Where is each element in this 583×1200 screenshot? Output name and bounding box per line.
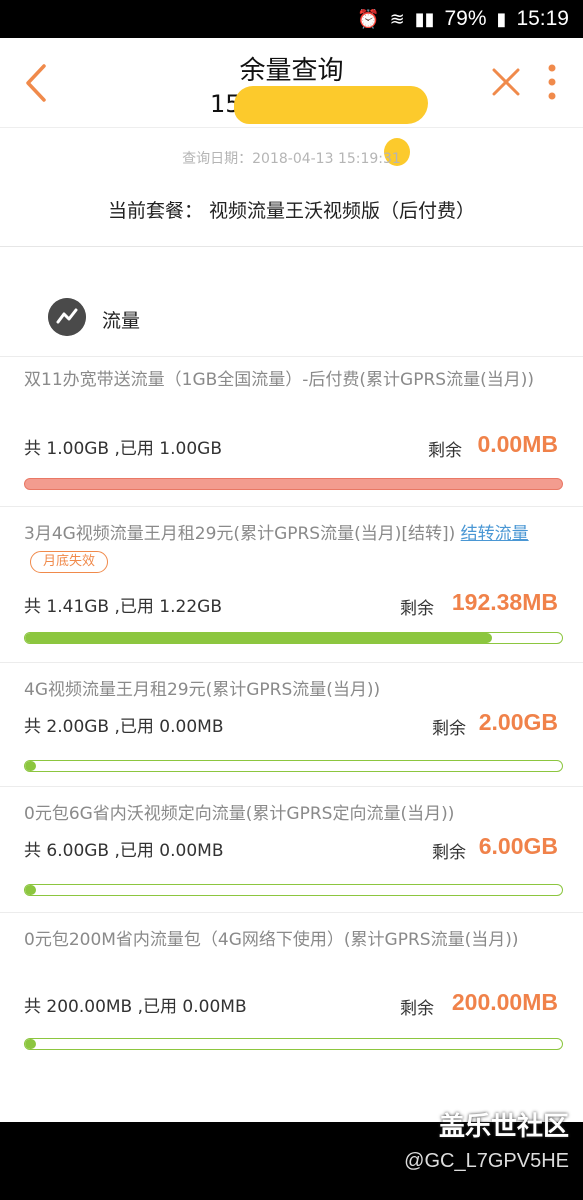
- remain-value: 200.00MB: [451, 989, 558, 1015]
- usage-bar-fill: [25, 633, 493, 643]
- usage-row: 共 2.00GB ,已用 0.00MB 剩余 2.00GB: [24, 709, 564, 742]
- redaction-mark: [234, 86, 428, 124]
- watermark-user: @GC_L7GPV5HE: [404, 1150, 569, 1172]
- package-name: 双11办宽带送流量（1GB全国流量）-后付费(累计GPRS流量(当月)): [24, 370, 534, 390]
- divider: [0, 786, 583, 787]
- usage-row: 共 1.41GB ,已用 1.22GB 剩余 192.38MB: [24, 589, 564, 622]
- usage-bar: [24, 632, 563, 644]
- usage-bar: [24, 884, 563, 896]
- signal-icon: ▮▮: [414, 8, 435, 30]
- list-item: 4G视频流量王月租29元(累计GPRS流量(当月)) 共 2.00GB ,已用 …: [24, 676, 564, 776]
- usage-text: 共 6.00GB ,已用 0.00MB: [24, 841, 224, 861]
- current-plan: 当前套餐： 视频流量王沃视频版（后付费）: [107, 200, 476, 222]
- divider: [0, 356, 583, 357]
- usage-row: 共 1.00GB ,已用 1.00GB 剩余 0.00MB: [24, 431, 564, 464]
- usage-text: 共 1.41GB ,已用 1.22GB: [24, 597, 222, 617]
- usage-text: 共 200.00MB ,已用 0.00MB: [24, 997, 247, 1017]
- usage-bar: [24, 478, 563, 490]
- clock: 15:19: [516, 7, 569, 30]
- usage-row: 共 6.00GB ,已用 0.00MB 剩余 6.00GB: [24, 833, 564, 866]
- divider: [0, 662, 583, 663]
- flow-icon: [48, 298, 86, 336]
- usage-text: 共 1.00GB ,已用 1.00GB: [24, 439, 222, 459]
- divider: [0, 912, 583, 913]
- list-item: 3月4G视频流量王月租29元(累计GPRS流量(当月)[结转]) 结转流量月底失…: [24, 520, 564, 650]
- remain-label: 剩余: [400, 599, 434, 619]
- usage-bar: [24, 1038, 563, 1050]
- remain-label: 剩余: [428, 441, 462, 461]
- usage-bar-fill: [25, 885, 36, 895]
- remain-label: 剩余: [432, 843, 466, 863]
- more-options-icon[interactable]: [540, 58, 564, 106]
- divider: [0, 246, 583, 247]
- remain-value: 6.00GB: [478, 833, 558, 859]
- section-title: 流量: [102, 310, 141, 332]
- battery-level: 79%: [444, 7, 487, 30]
- usage-row: 共 200.00MB ,已用 0.00MB 剩余 200.00MB: [24, 989, 564, 1022]
- usage-bar-fill: [25, 1039, 36, 1049]
- alarm-icon: ⏰: [357, 8, 380, 30]
- list-item: 0元包6G省内沃视频定向流量(累计GPRS定向流量(当月)) 共 6.00GB …: [24, 800, 564, 900]
- remain-value: 0.00MB: [477, 431, 558, 457]
- remain-label: 剩余: [400, 999, 434, 1019]
- package-name: 0元包6G省内沃视频定向流量(累计GPRS定向流量(当月)): [24, 804, 455, 824]
- battery-icon: ▮: [496, 8, 507, 30]
- rollover-flow-link[interactable]: 结转流量: [461, 524, 529, 544]
- remain-value: 2.00GB: [478, 709, 558, 735]
- divider: [0, 506, 583, 507]
- usage-bar: [24, 760, 563, 772]
- watermark-title: 盖乐世社区: [438, 1112, 569, 1142]
- package-name: 0元包200M省内流量包（4G网络下使用）(累计GPRS流量(当月)): [24, 930, 519, 950]
- close-icon[interactable]: [488, 62, 524, 102]
- list-item: 0元包200M省内流量包（4G网络下使用）(累计GPRS流量(当月)) 共 20…: [24, 926, 564, 1056]
- usage-text: 共 2.00GB ,已用 0.00MB: [24, 717, 224, 737]
- package-name: 4G视频流量王月租29元(累计GPRS流量(当月)): [24, 680, 381, 700]
- remain-label: 剩余: [432, 719, 466, 739]
- usage-bar-fill: [25, 761, 36, 771]
- expiry-badge: 月底失效: [30, 551, 109, 573]
- status-bar: ⏰ ≋ ▮▮ 79% ▮ 15:19: [0, 0, 583, 38]
- package-name: 3月4G视频流量王月租29元(累计GPRS流量(当月)[结转]) 结转流量月底失…: [24, 520, 564, 576]
- list-item: 双11办宽带送流量（1GB全国流量）-后付费(累计GPRS流量(当月)) 共 1…: [24, 366, 564, 494]
- package-name-text: 3月4G视频流量王月租29元(累计GPRS流量(当月)[结转]): [24, 524, 456, 544]
- wifi-icon: ≋: [389, 8, 405, 30]
- app-header: 余量查询 15: [0, 38, 583, 166]
- remain-value: 192.38MB: [451, 589, 558, 615]
- query-date: 查询日期：2018-04-13 15:19:31: [182, 151, 401, 167]
